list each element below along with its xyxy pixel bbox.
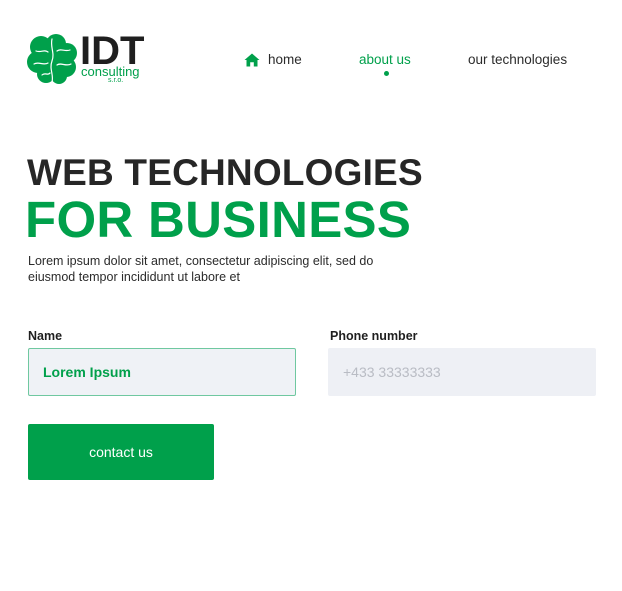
nav-item-about-us[interactable]: about us (359, 52, 411, 68)
nav-item-label: home (268, 52, 302, 67)
active-indicator (384, 71, 389, 76)
main-nav: home about us our technologies (0, 52, 622, 82)
hero-title-line1: WEB TECHNOLOGIES (27, 152, 423, 193)
nav-item-home[interactable]: home (244, 52, 302, 68)
hero-title-line2: FOR BUSINESS (25, 191, 412, 248)
nav-item-our-technologies[interactable]: our technologies (468, 52, 567, 68)
nav-item-label: our technologies (468, 52, 568, 67)
contact-us-button[interactable]: contact us (28, 424, 214, 480)
phone-label: Phone number (330, 329, 418, 343)
name-field[interactable] (28, 348, 296, 396)
phone-field[interactable] (328, 348, 596, 396)
nav-item-label: about us (359, 52, 411, 67)
name-label: Name (28, 329, 63, 343)
hero-description: Lorem ipsum dolor sit amet, consectetur … (28, 254, 374, 284)
home-icon (244, 53, 260, 67)
page: IDT consulting s.r.o. home about us our … (0, 0, 622, 591)
